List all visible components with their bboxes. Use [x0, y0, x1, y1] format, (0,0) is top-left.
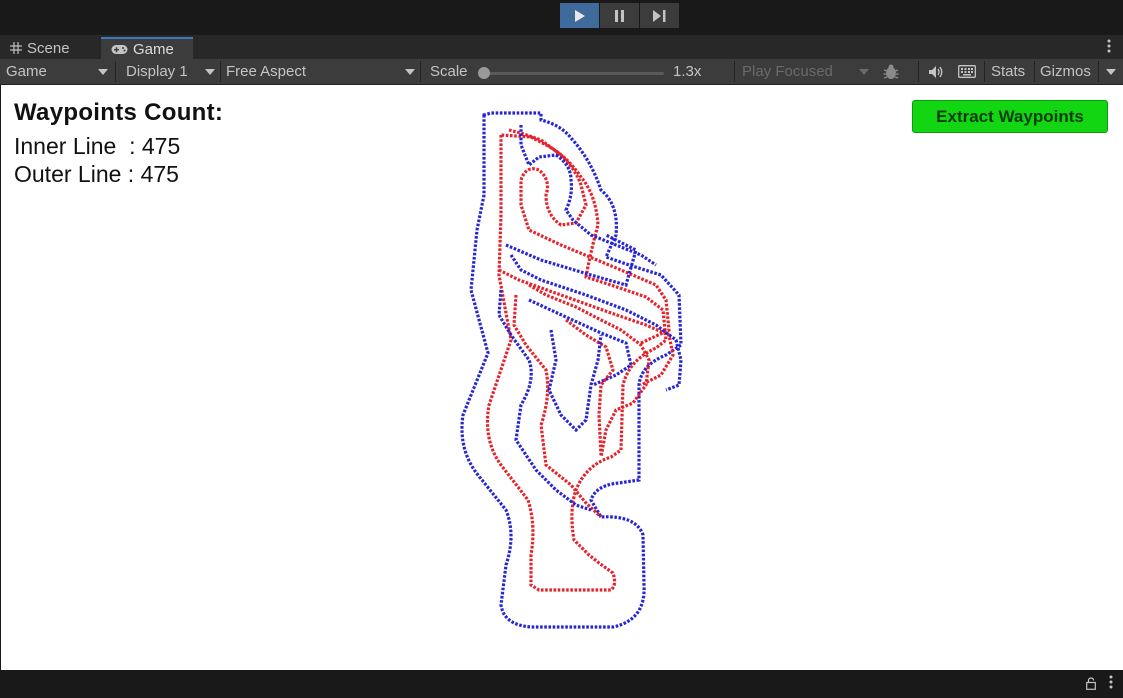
extract-waypoints-button[interactable]: Extract Waypoints — [912, 100, 1108, 133]
inner-waypoint-line — [485, 133, 668, 592]
toolbar-divider — [918, 61, 919, 82]
tab-game[interactable]: Game — [101, 37, 193, 59]
scale-label: Scale — [430, 59, 468, 84]
scale-slider[interactable] — [484, 72, 664, 75]
toolbar-divider — [734, 61, 735, 82]
scale-value-text: 1.3x — [673, 63, 702, 80]
aspect-dropdown-label: Free Aspect — [226, 63, 307, 80]
chevron-down-icon — [859, 69, 869, 75]
gamepad-icon — [111, 44, 128, 55]
play-toolbar — [0, 0, 1123, 35]
pause-button[interactable] — [600, 3, 639, 28]
stats-button[interactable]: Stats — [991, 59, 1025, 84]
scale-label-text: Scale — [430, 63, 468, 80]
mode-dropdown[interactable]: Game — [6, 59, 47, 84]
inner-line-count: Inner Line : 475 — [14, 133, 181, 159]
chevron-down-icon — [205, 69, 215, 75]
bug-icon[interactable] — [882, 59, 900, 84]
display-dropdown-label: Display 1 — [126, 63, 188, 80]
chevron-down-icon[interactable] — [1106, 69, 1116, 75]
toolbar-divider — [220, 61, 221, 82]
play-icon — [574, 9, 585, 22]
pause-icon — [614, 9, 624, 22]
kebab-menu-icon[interactable] — [1109, 675, 1113, 692]
toolbar-divider — [115, 61, 116, 82]
outer-waypoint-line — [460, 111, 683, 629]
game-viewport[interactable]: Waypoints Count: Inner Line : 475 Outer … — [1, 85, 1123, 670]
gizmos-label: Gizmos — [1040, 63, 1091, 80]
mode-dropdown-label: Game — [6, 63, 47, 80]
gizmos-button[interactable]: Gizmos — [1040, 59, 1091, 84]
outer-waypoint-line — [528, 298, 633, 387]
status-bar — [0, 670, 1123, 698]
step-icon — [653, 9, 666, 22]
scale-value: 1.3x — [673, 59, 701, 84]
kebab-menu-icon[interactable] — [1107, 39, 1113, 56]
waypoints-count-title: Waypoints Count: — [14, 99, 224, 126]
toolbar-divider — [1098, 61, 1099, 82]
audio-icon[interactable] — [928, 59, 944, 84]
play-mode-label: Play Focused — [742, 63, 833, 80]
step-button[interactable] — [640, 3, 679, 28]
toolbar-divider — [420, 61, 421, 82]
chevron-down-icon — [98, 69, 108, 75]
keyboard-icon[interactable] — [958, 59, 976, 84]
stats-label: Stats — [991, 63, 1026, 80]
aspect-dropdown[interactable]: Free Aspect — [226, 59, 306, 84]
chevron-down-icon — [405, 69, 415, 75]
outer-waypoint-line — [497, 289, 592, 512]
tab-scene[interactable]: Scene — [0, 37, 100, 59]
tab-scene-label: Scene — [27, 39, 70, 57]
play-button[interactable] — [560, 3, 599, 28]
outer-waypoint-line — [547, 329, 603, 433]
outer-line-count: Outer Line : 475 — [14, 161, 179, 187]
toolbar-divider — [1034, 61, 1035, 82]
tab-game-label: Game — [133, 40, 174, 58]
grid-icon — [10, 42, 22, 54]
outer-waypoint-line — [509, 254, 683, 392]
play-mode-dropdown[interactable]: Play Focused — [742, 59, 833, 84]
toolbar-divider — [984, 61, 985, 82]
outer-waypoint-line — [505, 233, 638, 287]
view-tab-strip: Scene Game — [0, 35, 1123, 59]
lock-icon[interactable] — [1086, 677, 1096, 695]
playmode-controls — [560, 3, 680, 28]
scale-slider-thumb[interactable] — [478, 67, 490, 79]
outer-waypoint-line — [519, 125, 657, 267]
display-dropdown[interactable]: Display 1 — [126, 59, 188, 84]
